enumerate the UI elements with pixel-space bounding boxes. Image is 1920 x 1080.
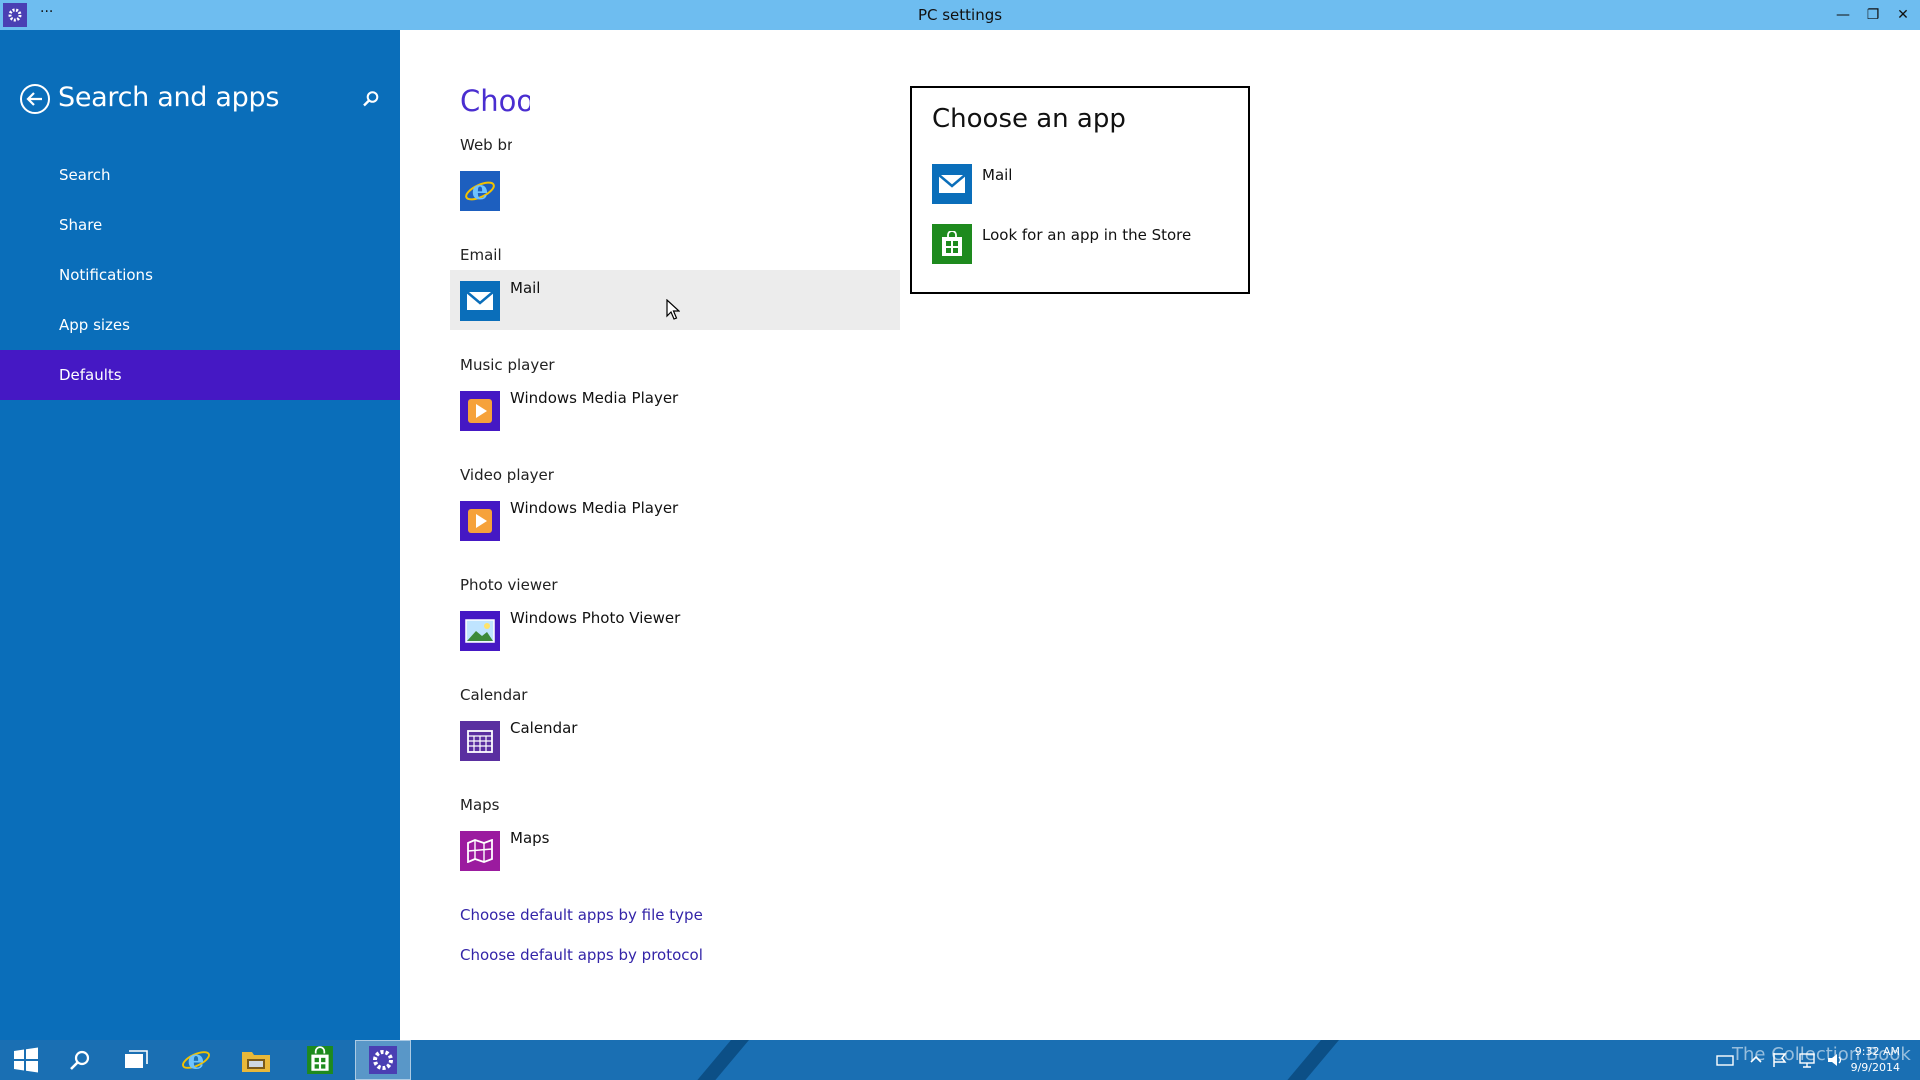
taskbar-settings-gear-icon[interactable] bbox=[355, 1040, 411, 1080]
close-button[interactable]: ✕ bbox=[1890, 3, 1916, 27]
task-view-icon[interactable] bbox=[110, 1040, 162, 1080]
clock-date: 9/9/2014 bbox=[1850, 1061, 1900, 1074]
section-label-music-player: Music player bbox=[460, 356, 555, 374]
photo-viewer-icon bbox=[460, 611, 500, 651]
sidebar: Search and apps Search Share Notificatio… bbox=[0, 30, 400, 1040]
sidebar-heading: Search and apps bbox=[58, 82, 280, 113]
svg-text:e: e bbox=[472, 176, 489, 206]
system-tray bbox=[1715, 1040, 1845, 1080]
app-name: Maps bbox=[510, 829, 550, 847]
mail-icon bbox=[460, 281, 500, 321]
flag-icon[interactable] bbox=[1771, 1050, 1789, 1070]
back-arrow-icon[interactable] bbox=[19, 83, 51, 115]
wallpaper-stripe bbox=[1270, 1040, 1348, 1080]
mouse-cursor-icon bbox=[666, 299, 680, 320]
internet-explorer-icon[interactable]: e bbox=[170, 1040, 222, 1080]
calendar-icon bbox=[460, 721, 500, 761]
sidebar-item-notifications[interactable]: Notifications bbox=[0, 250, 400, 300]
internet-explorer-icon: e bbox=[460, 171, 500, 211]
restore-button[interactable]: ❐ bbox=[1860, 3, 1886, 27]
media-player-icon bbox=[460, 391, 500, 431]
sidebar-item-search[interactable]: Search bbox=[0, 150, 400, 200]
flyout-title: Choose an app bbox=[932, 104, 1126, 134]
section-label-photo-viewer: Photo viewer bbox=[460, 576, 558, 594]
main-content: Choose default apps Web browser e Email … bbox=[400, 30, 1920, 1040]
minimize-button[interactable]: — bbox=[1830, 3, 1856, 27]
taskbar: e The Collection Book 9:32 AM 9/9/2014 bbox=[0, 1040, 1920, 1080]
svg-text:e: e bbox=[188, 1044, 205, 1075]
maps-icon bbox=[460, 831, 500, 871]
mail-icon bbox=[932, 164, 972, 204]
window-title: PC settings bbox=[917, 6, 1003, 24]
media-player-icon bbox=[460, 501, 500, 541]
search-icon[interactable] bbox=[362, 90, 380, 108]
sidebar-item-app-sizes[interactable]: App sizes bbox=[0, 300, 400, 350]
section-label-video-player: Video player bbox=[460, 466, 554, 484]
app-name: Windows Media Player bbox=[510, 389, 679, 407]
speaker-icon[interactable] bbox=[1825, 1050, 1845, 1070]
wallpaper-stripe bbox=[680, 1040, 758, 1080]
link-default-apps-by-file-type[interactable]: Choose default apps by file type bbox=[460, 906, 703, 924]
start-button[interactable] bbox=[0, 1040, 52, 1080]
section-label-email: Email bbox=[460, 246, 502, 264]
app-name: Calendar bbox=[510, 719, 578, 737]
section-label-web-browser: Web browser bbox=[460, 136, 512, 154]
sidebar-item-defaults[interactable]: Defaults bbox=[0, 350, 400, 400]
chevron-up-icon[interactable] bbox=[1749, 1050, 1763, 1070]
flyout-option-mail[interactable]: Mail bbox=[932, 164, 1232, 208]
link-default-apps-by-protocol[interactable]: Choose default apps by protocol bbox=[460, 946, 703, 964]
flyout-option-label: Look for an app in the Store bbox=[982, 226, 1192, 244]
app-row-music-player[interactable]: Windows Media Player bbox=[450, 380, 900, 440]
title-bar: ··· PC settings — ❐ ✕ bbox=[0, 0, 1920, 30]
app-name: Windows Media Player bbox=[510, 499, 679, 517]
taskbar-search-icon[interactable] bbox=[54, 1040, 106, 1080]
app-row-email[interactable]: Mail bbox=[450, 270, 900, 330]
clock-time: 9:32 AM bbox=[1854, 1045, 1900, 1058]
sidebar-item-share[interactable]: Share bbox=[0, 200, 400, 250]
app-row-photo-viewer[interactable]: Windows Photo Viewer bbox=[450, 600, 900, 660]
store-bag-icon[interactable] bbox=[294, 1040, 346, 1080]
app-row-maps[interactable]: Maps bbox=[450, 820, 900, 880]
section-label-maps: Maps bbox=[460, 796, 500, 814]
app-row-video-player[interactable]: Windows Media Player bbox=[450, 490, 900, 550]
app-name: Windows Photo Viewer bbox=[510, 609, 681, 627]
page-title: Choose default apps bbox=[460, 84, 530, 118]
app-name: Mail bbox=[510, 279, 541, 297]
app-row-calendar[interactable]: Calendar bbox=[450, 710, 900, 770]
network-icon[interactable] bbox=[1797, 1050, 1817, 1070]
file-explorer-icon[interactable] bbox=[230, 1040, 282, 1080]
section-label-calendar: Calendar bbox=[460, 686, 528, 704]
store-bag-icon bbox=[932, 224, 972, 264]
choose-app-flyout: Choose an app Mail Look for an app in th… bbox=[910, 86, 1250, 294]
taskbar-clock[interactable]: 9:32 AM 9/9/2014 bbox=[1851, 1044, 1900, 1076]
keyboard-icon[interactable] bbox=[1715, 1050, 1735, 1070]
app-row-web-browser[interactable]: e bbox=[450, 160, 900, 220]
flyout-option-label: Mail bbox=[982, 166, 1013, 184]
flyout-option-store[interactable]: Look for an app in the Store bbox=[932, 224, 1232, 268]
